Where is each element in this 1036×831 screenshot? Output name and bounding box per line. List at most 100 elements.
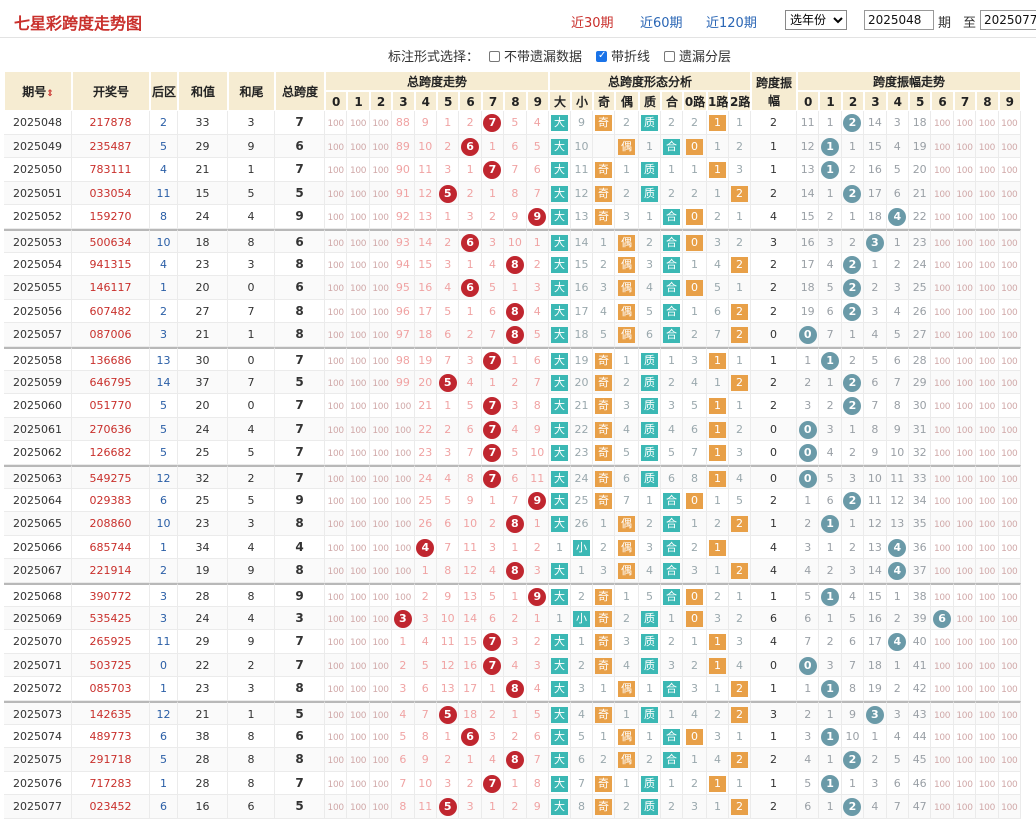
amp-trend-cell: 100 (998, 465, 1021, 489)
header-trend-digit: 8 (504, 91, 527, 111)
row-amp: 0 (751, 441, 797, 465)
to-issue-input[interactable] (980, 10, 1036, 30)
sort-arrows-icon[interactable]: ⇕ (46, 89, 54, 99)
amp-omission: 2 (871, 281, 879, 295)
option-bar: 标注形式选择： 不带遗漏数据 带折线 遗漏分层 (0, 46, 1036, 65)
option-omission-layer[interactable]: 遗漏分层 (664, 46, 731, 65)
amp-omission: 11 (800, 116, 815, 129)
amp-omission: 3 (804, 540, 812, 554)
span-ball: 4 (416, 538, 435, 557)
amp-trend-cell: 4 (819, 441, 842, 465)
amp-trend-cell: 11 (886, 465, 909, 489)
trend-cell: 8 (504, 748, 527, 772)
form-cell: 质 (639, 158, 661, 182)
omission-value: 7 (533, 186, 541, 200)
omission-value: 2 (466, 116, 474, 129)
form-omission: 1 (668, 776, 675, 790)
trend-cell: 9 (526, 488, 549, 513)
amp-trend-cell: 32 (909, 441, 932, 465)
form-omission: 2 (600, 540, 607, 554)
form-omission: 2 (668, 800, 675, 814)
checkbox-icon[interactable] (489, 51, 500, 62)
trend-cell: 100 (347, 465, 370, 489)
trend-cell: 1 (459, 299, 482, 324)
amp-omission: 19 (912, 139, 927, 153)
amp-omission: 100 (933, 213, 951, 224)
checkbox-icon[interactable] (664, 51, 675, 62)
row-sum: 24 (178, 205, 228, 229)
row-span: 7 (275, 111, 325, 135)
span-ball: 5 (438, 184, 457, 203)
form-tag: 偶 (618, 303, 635, 320)
trend-cell: 2 (459, 111, 482, 135)
form-cell: 3 (683, 795, 707, 819)
span-ball: 6 (461, 279, 480, 298)
form-cell: 3 (661, 653, 683, 678)
amp-trend-cell: 2 (841, 158, 865, 182)
option-no-omission[interactable]: 不带遗漏数据 (489, 46, 582, 65)
trend-cell: 100 (392, 583, 415, 607)
omission-value: 100 (327, 543, 345, 554)
amp-omission: 100 (978, 756, 996, 767)
omission-value: 5 (444, 493, 452, 507)
amp-omission: 17 (800, 257, 815, 271)
amp-omission: 100 (1001, 239, 1018, 249)
amp-omission: 100 (956, 213, 973, 224)
omission-value: 100 (327, 307, 345, 318)
option-polyline[interactable]: 带折线 (596, 46, 650, 65)
amp-trend-cell: 100 (953, 252, 977, 277)
form-cell: 1 (571, 630, 593, 654)
omission-value: 1 (488, 375, 496, 389)
amp-trend-cell: 30 (909, 394, 932, 418)
trend-cell: 12 (437, 653, 460, 678)
amp-omission: 100 (956, 685, 973, 696)
row-span: 7 (275, 417, 325, 442)
trend-cell: 6 (526, 158, 549, 182)
trend-cell: 9 (526, 205, 549, 229)
form-omission: 1 (691, 257, 698, 271)
header-amp-digit: 9 (998, 91, 1021, 111)
form-omission: 2 (623, 611, 630, 625)
omission-value: 12 (418, 186, 433, 200)
amp-omission: 100 (1001, 213, 1018, 224)
amp-ball: 0 (798, 326, 817, 345)
quick-link-120[interactable]: 近120期 (706, 12, 757, 31)
amp-omission: 3 (826, 658, 834, 672)
amp-omission: 7 (893, 800, 901, 814)
trend-cell: 20 (414, 370, 437, 395)
row-tail: 8 (228, 229, 275, 253)
row-span: 7 (275, 771, 325, 796)
header-issue[interactable]: 期号⇕ (4, 71, 72, 111)
year-select[interactable]: 选年份 (785, 10, 847, 30)
form-cell: 2 (729, 677, 751, 701)
form-cell: 质 (639, 630, 661, 654)
checkbox-checked-icon[interactable] (596, 50, 607, 62)
omission-value: 100 (372, 567, 389, 578)
omission-value: 2 (511, 800, 519, 814)
form-tag: 奇 (595, 775, 612, 792)
amp-trend-cell: 100 (998, 606, 1021, 631)
row-issue: 2025064 (4, 488, 72, 513)
trend-cell: 9 (526, 417, 549, 442)
amp-trend-cell: 100 (976, 111, 999, 135)
form-cell: 合 (661, 488, 683, 513)
form-cell: 5 (639, 583, 661, 607)
omission-value: 100 (327, 166, 345, 177)
form-cell: 奇 (593, 205, 615, 229)
quick-link-60[interactable]: 近60期 (640, 12, 683, 31)
form-omission: 1 (623, 354, 630, 367)
form-omission: 3 (668, 658, 675, 672)
from-issue-input[interactable] (864, 10, 934, 30)
trend-cell: 100 (369, 512, 393, 536)
form-cell: 质 (639, 795, 661, 819)
trend-cell: 10 (504, 229, 527, 253)
form-tag: 奇 (595, 353, 612, 369)
amp-omission: 100 (978, 661, 996, 672)
form-cell: 1 (593, 677, 615, 701)
trend-cell: 100 (392, 488, 415, 513)
form-tag: 偶 (618, 256, 635, 273)
omission-value: 17 (418, 304, 433, 318)
quick-link-30[interactable]: 近30期 (571, 12, 614, 31)
form-omission: 3 (623, 399, 630, 413)
amp-trend-cell: 14 (864, 111, 887, 135)
